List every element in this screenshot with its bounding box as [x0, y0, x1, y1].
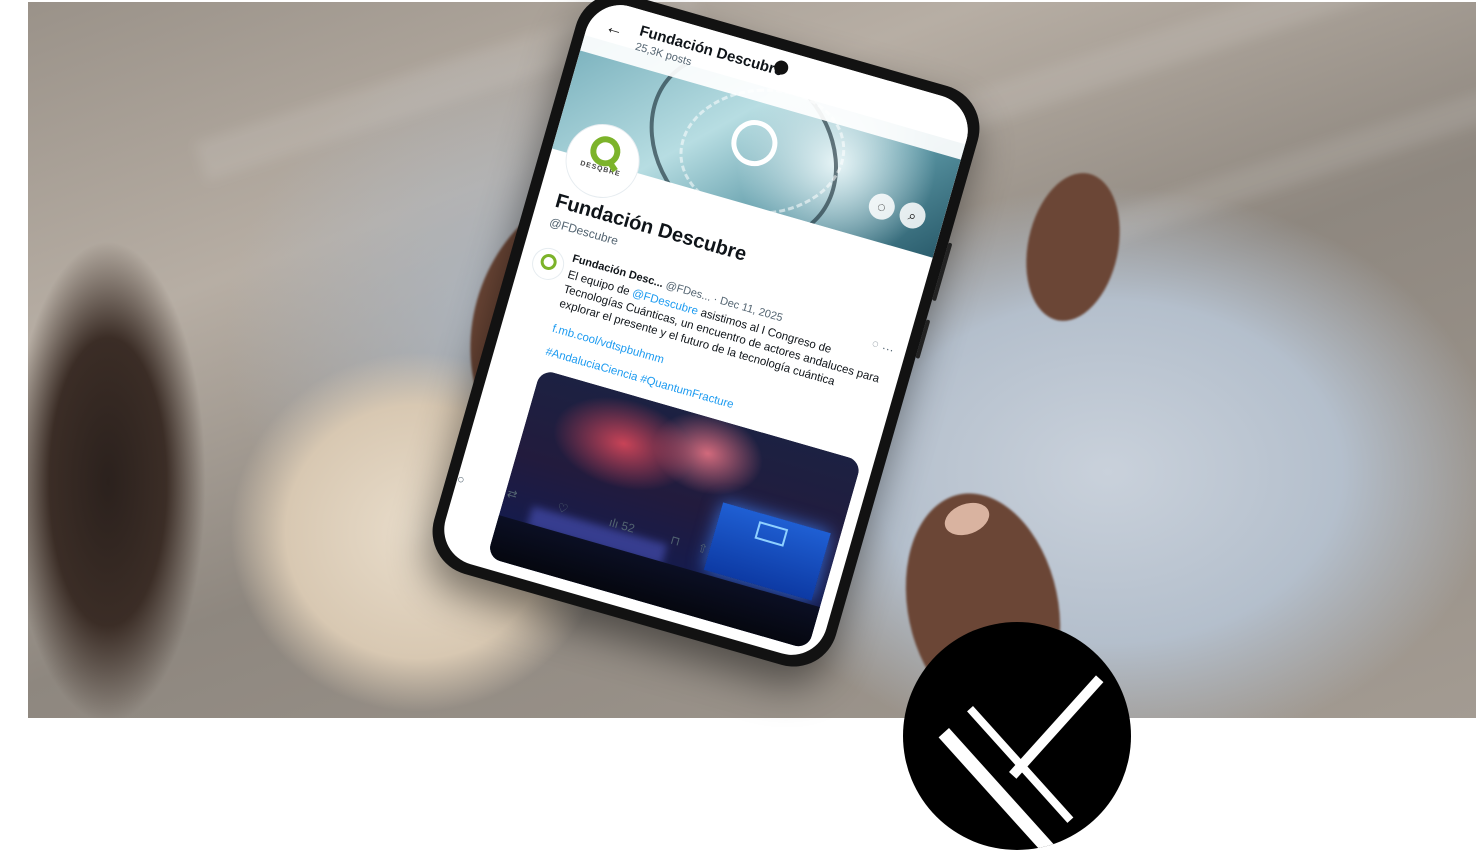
banner-actions: ◌ ⌕ — [860, 189, 929, 232]
views-icon: ılı — [607, 515, 621, 532]
more-icon[interactable]: ··· — [880, 340, 895, 357]
brand-q-logo-icon — [538, 252, 559, 272]
x-logo-badge — [903, 622, 1131, 850]
reply-icon[interactable]: ○ — [456, 472, 467, 487]
right-fingers — [1013, 164, 1133, 330]
x-logo-stroke — [1009, 675, 1104, 779]
x-logo-icon — [938, 662, 1104, 850]
search-icon[interactable]: ⌕ — [896, 199, 929, 232]
stage-screen-logo — [754, 521, 789, 547]
grok-icon[interactable]: ◌ — [865, 190, 898, 223]
floor-highlight — [1093, 87, 1476, 247]
post-body: Fundación Desc... @FDes... · Dec 11, 202… — [486, 253, 896, 650]
back-arrow-icon[interactable]: ← — [603, 16, 626, 41]
post-avatar[interactable] — [528, 244, 568, 284]
